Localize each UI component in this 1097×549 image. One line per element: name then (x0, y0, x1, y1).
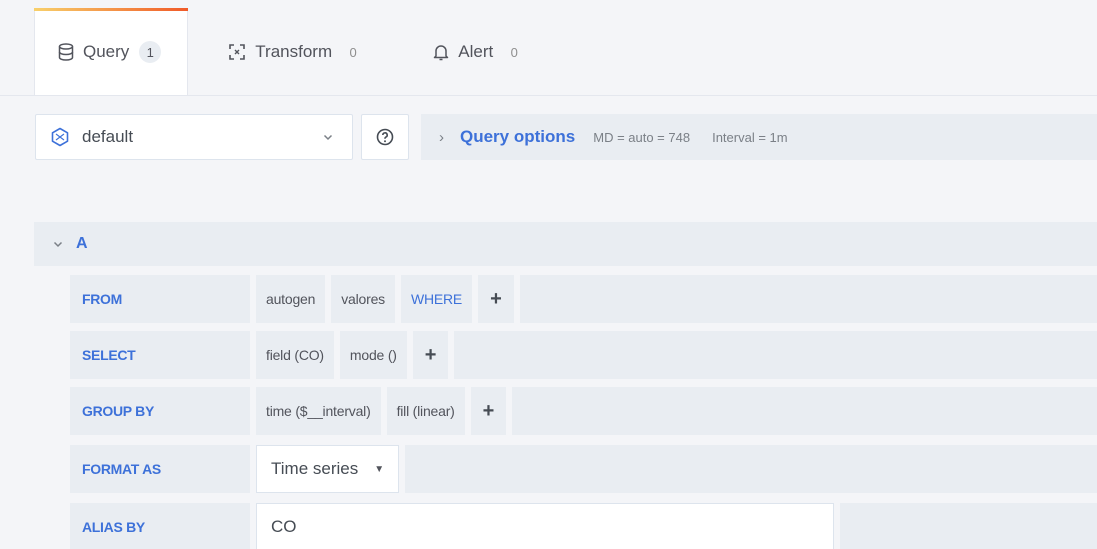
select-key: SELECT (70, 331, 250, 379)
alias-by-input[interactable]: CO (256, 503, 834, 549)
retention-policy[interactable]: autogen (256, 275, 326, 323)
editor-tabs: Query 1 Transform 0 Alert 0 (34, 8, 553, 96)
format-as-row: FORMAT AS Time series ▼ (70, 445, 1097, 493)
measurement[interactable]: valores (331, 275, 395, 323)
tabs-divider (0, 95, 1097, 96)
datasource-label: default (82, 127, 134, 146)
alias-by-value: CO (271, 517, 297, 536)
database-icon (58, 43, 74, 61)
influxdb-icon (51, 127, 69, 147)
bell-icon (434, 45, 449, 61)
chevron-right-icon: › (439, 128, 444, 146)
group-by-fill[interactable]: fill (linear) (386, 387, 465, 435)
row-filler (519, 275, 1097, 323)
caret-down-icon: ▼ (374, 463, 385, 475)
select-aggregation[interactable]: mode () (339, 331, 407, 379)
query-row-header[interactable]: A (34, 222, 1097, 266)
group-by-key: GROUP BY (70, 387, 250, 435)
select-row: SELECT field (CO) mode () + (70, 331, 1097, 379)
add-select-button[interactable]: + (412, 331, 449, 379)
tab-query[interactable]: Query 1 (34, 8, 189, 96)
query-options-bar[interactable]: › Query options MD = auto = 748 Interval… (421, 114, 1097, 160)
format-as-value: Time series (271, 459, 359, 478)
question-circle-icon (376, 128, 394, 146)
tab-query-label: Query (83, 42, 130, 61)
datasource-picker[interactable]: default (35, 114, 353, 160)
row-filler (405, 445, 1097, 493)
chevron-down-icon (323, 134, 333, 141)
add-where-button[interactable]: + (478, 275, 514, 323)
max-data-points: MD = auto = 748 (593, 129, 691, 145)
tab-alert[interactable]: Alert 0 (423, 8, 553, 96)
tab-transform[interactable]: Transform 0 (188, 8, 423, 96)
group-by-time[interactable]: time ($__interval) (256, 387, 381, 435)
row-filler (840, 503, 1097, 549)
interval-value: Interval = 1m (712, 129, 788, 145)
transform-icon (229, 44, 246, 60)
tab-alert-count: 0 (510, 44, 518, 60)
row-filler (454, 331, 1097, 379)
alias-by-key: ALIAS BY (70, 503, 250, 549)
where-keyword[interactable]: WHERE (400, 275, 473, 323)
tab-transform-label: Transform (255, 42, 333, 61)
alias-by-row: ALIAS BY CO (70, 503, 1097, 549)
from-row: FROM autogen valores WHERE + (70, 275, 1097, 323)
help-button[interactable] (361, 114, 409, 160)
tab-transform-count: 0 (349, 44, 357, 60)
from-key: FROM (70, 275, 250, 323)
query-options-title[interactable]: Query options (460, 127, 575, 147)
group-by-row: GROUP BY time ($__interval) fill (linear… (70, 387, 1097, 435)
row-filler (512, 387, 1097, 435)
tab-alert-label: Alert (458, 42, 494, 61)
query-editor: Query 1 Transform 0 Alert 0 default › Qu… (0, 0, 1097, 549)
chevron-down-icon[interactable] (52, 238, 64, 250)
format-as-key: FORMAT AS (70, 445, 250, 493)
add-group-by-button[interactable]: + (470, 387, 507, 435)
select-field[interactable]: field (CO) (256, 331, 334, 379)
format-as-select[interactable]: Time series ▼ (256, 445, 400, 493)
tab-query-count: 1 (139, 41, 162, 63)
query-ref-id: A (76, 235, 88, 252)
